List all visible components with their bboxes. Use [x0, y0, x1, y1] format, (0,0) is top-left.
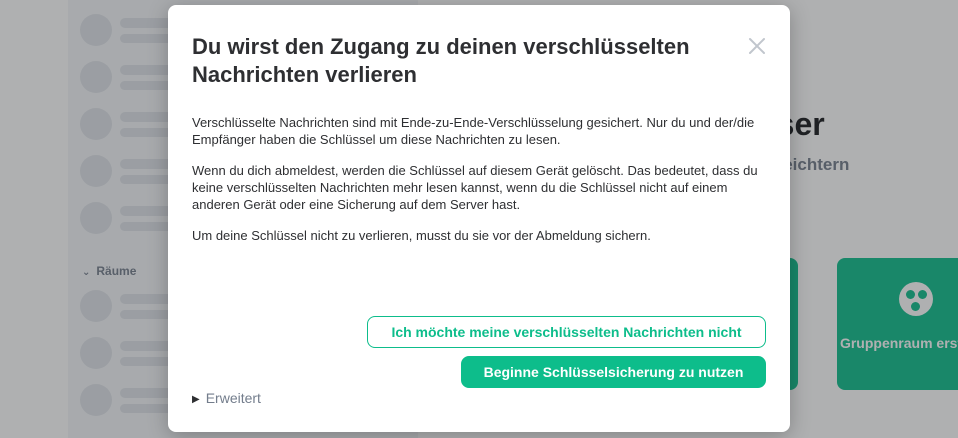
dialog-body: Verschlüsselte Nachrichten sind mit Ende… — [192, 114, 766, 244]
triangle-right-icon: ▶ — [192, 394, 200, 405]
close-icon — [749, 38, 765, 54]
dialog-title: Du wirst den Zugang zu deinen verschlüss… — [192, 34, 690, 87]
dialog-paragraph: Um deine Schlüssel nicht zu verlieren, m… — [192, 228, 651, 243]
advanced-toggle[interactable]: ▶ Erweitert — [192, 390, 261, 406]
dialog-paragraph: Wenn du dich abmeldest, werden die Schlü… — [192, 163, 758, 212]
dialog-paragraph: Verschlüsselte Nachrichten sind mit Ende… — [192, 115, 755, 147]
discard-messages-button[interactable]: Ich möchte meine verschlüsselten Nachric… — [367, 316, 766, 348]
advanced-label: Erweitert — [205, 390, 261, 406]
close-button[interactable] — [746, 35, 768, 57]
start-key-backup-button[interactable]: Beginne Schlüsselsicherung zu nutzen — [461, 356, 766, 388]
logout-warning-dialog: Du wirst den Zugang zu deinen verschlüss… — [168, 5, 790, 432]
